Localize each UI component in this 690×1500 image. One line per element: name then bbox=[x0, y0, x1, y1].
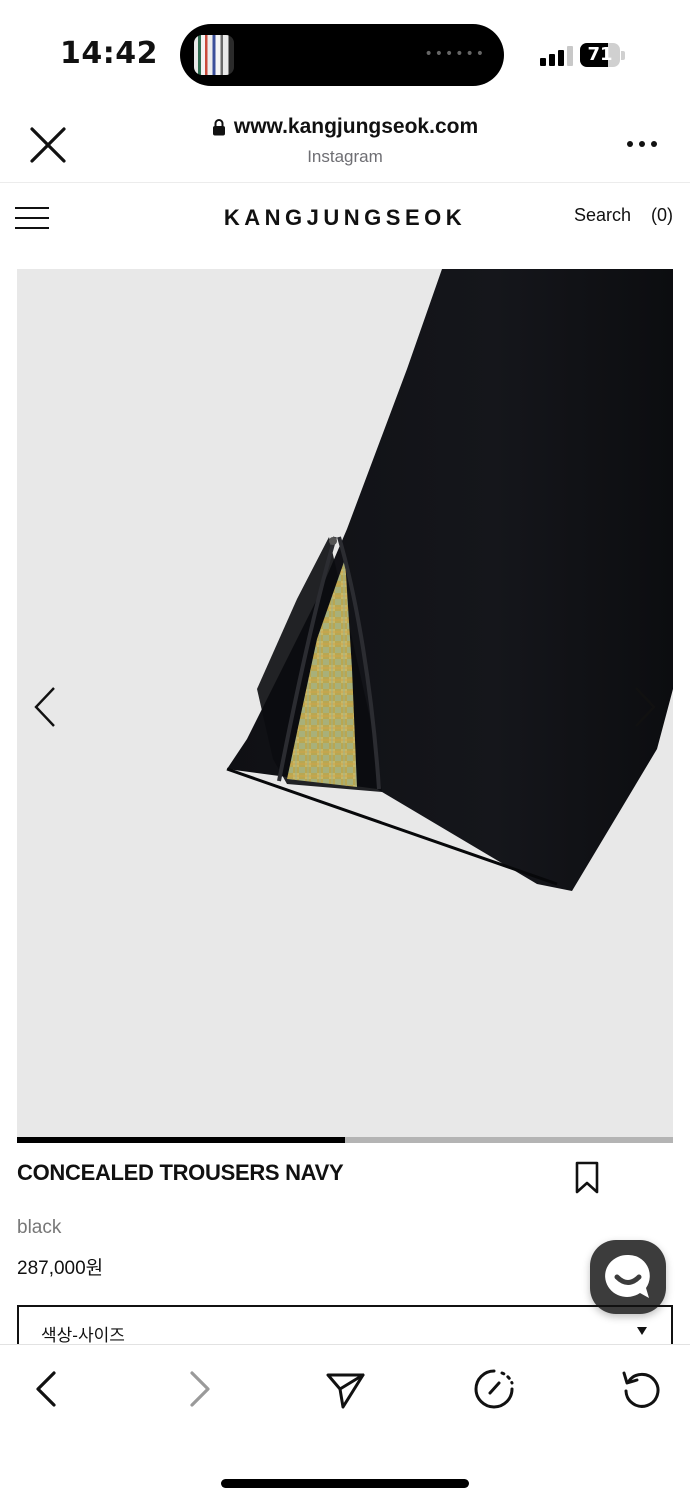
battery-percent: 71 bbox=[587, 44, 613, 65]
menu-icon[interactable] bbox=[15, 207, 49, 229]
media-thumbnail bbox=[194, 35, 234, 75]
status-bar: 14:42 •••••• 71 bbox=[0, 0, 690, 105]
chat-button[interactable] bbox=[590, 1240, 666, 1314]
lock-icon bbox=[212, 119, 225, 136]
forward-icon[interactable] bbox=[176, 1367, 220, 1411]
chevron-right-icon[interactable] bbox=[630, 685, 660, 729]
cellular-signal-icon bbox=[540, 44, 574, 66]
site-header: KANGJUNGSEOK Search (0) bbox=[0, 183, 690, 253]
gallery-progress-fill bbox=[17, 1137, 345, 1143]
site-logo[interactable]: KANGJUNGSEOK bbox=[180, 205, 510, 231]
browser-header: www.kangjungseok.com Instagram bbox=[0, 105, 690, 183]
back-icon[interactable] bbox=[26, 1367, 70, 1411]
referrer-label: Instagram bbox=[307, 147, 383, 166]
share-icon[interactable] bbox=[323, 1367, 367, 1411]
bottom-toolbar bbox=[0, 1344, 690, 1500]
chat-icon bbox=[605, 1254, 650, 1298]
option-select-value: 색상-사이즈 bbox=[41, 1326, 125, 1345]
product-color: black bbox=[17, 1217, 62, 1238]
status-time: 14:42 bbox=[60, 36, 158, 71]
product-name: CONCEALED TROUSERS NAVY bbox=[17, 1160, 344, 1185]
url-area[interactable]: www.kangjungseok.com Instagram bbox=[140, 115, 550, 167]
dropdown-arrow-icon bbox=[637, 1327, 647, 1335]
chevron-left-icon[interactable] bbox=[30, 685, 60, 729]
speed-icon[interactable] bbox=[472, 1367, 516, 1411]
product-price: 287,000원 bbox=[17, 1258, 104, 1279]
battery-tip bbox=[621, 51, 625, 60]
search-link[interactable]: Search bbox=[574, 205, 631, 226]
product-image[interactable] bbox=[17, 269, 673, 1137]
dynamic-island[interactable]: •••••• bbox=[180, 24, 504, 86]
gallery-progress bbox=[17, 1137, 673, 1143]
url-text: www.kangjungseok.com bbox=[233, 115, 479, 138]
battery-icon: 71 bbox=[580, 43, 620, 67]
cart-count[interactable]: (0) bbox=[651, 205, 673, 226]
close-icon[interactable] bbox=[28, 125, 68, 165]
bookmark-icon[interactable] bbox=[574, 1160, 600, 1196]
trousers-photo bbox=[17, 269, 673, 1137]
more-icon[interactable] bbox=[626, 139, 658, 149]
home-indicator[interactable] bbox=[221, 1479, 469, 1488]
reload-icon[interactable] bbox=[620, 1367, 664, 1411]
url-line: www.kangjungseok.com bbox=[212, 115, 478, 139]
island-dots: •••••• bbox=[424, 46, 486, 62]
